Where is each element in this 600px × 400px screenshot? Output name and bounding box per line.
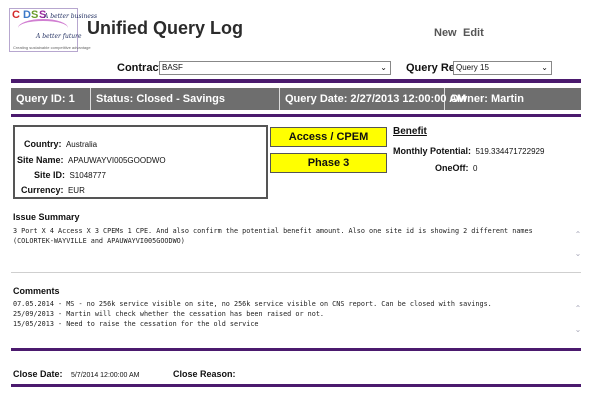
issue-line: 3 Port X 4 Access X 3 CPEMs 1 CPE. And a… [13,227,533,235]
issue-summary-text[interactable]: 3 Port X 4 Access X 3 CPEMs 1 CPE. And a… [13,226,569,270]
comments-text[interactable]: 07.05.2014 - MS - no 256k service visibl… [13,299,569,341]
monthly-potential-value: 519.334471722929 [475,147,545,156]
benefit-heading: Benefit [393,126,427,137]
query-ref-select[interactable]: Query 15 ⌄ [453,61,552,75]
contract-name-select[interactable]: BASF ⌄ [159,61,391,75]
site-name-value: APAUWAYVI005GOODWO [67,156,166,165]
query-status: Status: Closed - Savings [91,88,280,110]
chevron-down-icon[interactable]: ⌄ [573,325,583,335]
chevron-up-icon[interactable]: ⌃ [573,304,583,314]
close-date-label: Close Date: [13,369,63,379]
country-label: Country: [24,139,62,149]
comments-heading: Comments [13,286,60,296]
country-value: Australia [65,140,98,149]
logo-tagline: Creating sustainable competitive advanta… [13,45,91,50]
phase-button[interactable]: Phase 3 [270,153,387,173]
logo-letter: C [12,9,20,21]
edit-link[interactable]: Edit [463,27,484,39]
oneoff-label: OneOff: [435,163,469,173]
query-id: Query ID: 1 [11,88,91,110]
issue-line: (COLORTEK-WAYVILLE and APAUWAYVI005GOODW… [13,237,185,245]
close-reason-row: Close Reason: [173,364,240,382]
monthly-potential-label: Monthly Potential: [393,146,471,156]
close-date-row: Close Date: 5/7/2014 12:00:00 AM [13,364,139,382]
logo-script-line2: A better future [36,33,82,40]
status-bar: Query ID: 1 Status: Closed - Savings Que… [11,88,581,110]
query-owner: Owner: Martin [450,93,524,105]
comments-scrollbar[interactable]: ⌃ ⌄ [573,304,583,335]
query-date: Query Date: 2/27/2013 12:00:00 AM [280,88,466,110]
issue-divider [11,272,581,273]
site-name-label: Site Name: [17,155,64,165]
status-divider [11,114,581,117]
comment-line: 25/09/2013 - Martin will check whether t… [13,310,324,318]
comment-line: 15/05/2013 - Need to raise the cessation… [13,320,259,328]
page-title: Unified Query Log [87,18,244,38]
oneoff-row: OneOff: 0 [435,158,477,176]
chevron-down-icon: ⌄ [380,63,387,72]
new-link[interactable]: New [434,27,457,39]
issue-scrollbar[interactable]: ⌃ ⌄ [573,230,583,259]
chevron-up-icon[interactable]: ⌃ [573,230,583,240]
query-ref-value: Query 15 [456,63,489,72]
oneoff-value: 0 [472,164,478,173]
issue-summary-heading: Issue Summary [13,212,80,222]
site-info-panel: Country: Australia Site Name: APAUWAYVI0… [13,125,268,199]
close-date-value: 5/7/2014 12:00:00 AM [70,372,140,379]
site-id-label: Site ID: [34,170,66,180]
contract-name-value: BASF [162,63,183,72]
currency-row: Currency: EUR [21,180,85,198]
footer-divider [11,384,581,387]
site-id-value: S1048777 [69,171,106,180]
chevron-down-icon: ⌄ [541,63,548,72]
close-reason-label: Close Reason: [173,369,236,379]
currency-value: EUR [67,186,85,195]
currency-label: Currency: [21,185,64,195]
comments-divider [11,348,581,351]
comment-line: 07.05.2014 - MS - no 256k service visibl… [13,300,492,308]
company-logo: C D S S A better business A better futur… [9,8,97,52]
monthly-potential-row: Monthly Potential: 519.334471722929 [393,141,544,159]
chevron-down-icon[interactable]: ⌄ [573,249,583,259]
access-cpem-button[interactable]: Access / CPEM [270,127,387,147]
header-divider [11,79,581,83]
